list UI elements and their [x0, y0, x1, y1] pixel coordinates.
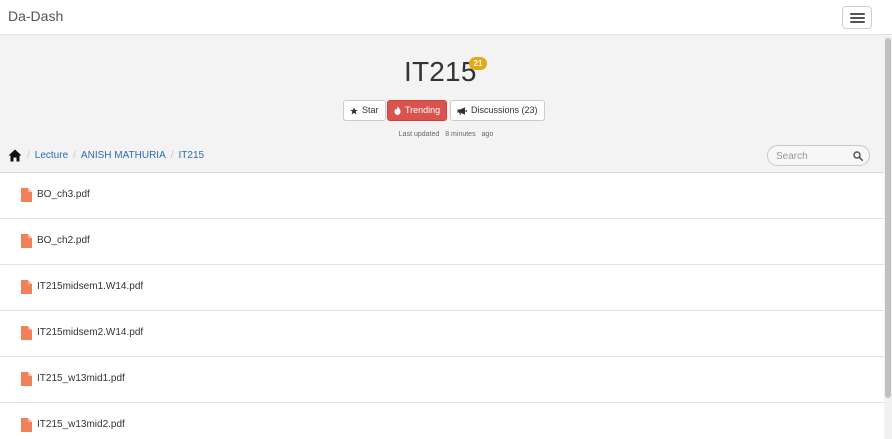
- file-name: IT215_w13mid1.pdf: [37, 373, 125, 384]
- page-title: IT215: [404, 56, 477, 87]
- pdf-file-icon: [21, 234, 32, 248]
- count-badge: 21: [469, 57, 487, 70]
- file-row[interactable]: IT215midsem2.W14.pdf: [0, 311, 892, 357]
- breadcrumb-separator: /: [73, 149, 76, 161]
- breadcrumb-lecture[interactable]: Lecture: [35, 150, 68, 161]
- star-button-label: Star: [362, 105, 379, 115]
- breadcrumb-instructor[interactable]: ANISH MATHURIA: [81, 150, 166, 161]
- pdf-file-icon: [21, 418, 32, 432]
- discussions-button-label: Discussions (23): [471, 105, 538, 115]
- file-row[interactable]: IT215_w13mid2.pdf: [0, 403, 892, 439]
- file-name: IT215_w13mid2.pdf: [37, 419, 125, 430]
- star-icon: [350, 106, 358, 114]
- trending-button-label: Trending: [405, 105, 441, 115]
- breadcrumb: / Lecture / ANISH MATHURIA / IT215: [8, 147, 204, 163]
- last-updated-suffix: ago: [481, 131, 494, 138]
- scrollbar-thumb[interactable]: [885, 38, 891, 398]
- file-name: BO_ch2.pdf: [37, 235, 90, 246]
- discussions-button[interactable]: Discussions (23): [450, 100, 545, 121]
- last-updated-prefix: Last updated: [398, 131, 440, 138]
- trending-button[interactable]: Trending: [387, 100, 448, 121]
- file-name: BO_ch3.pdf: [37, 189, 90, 200]
- pdf-file-icon: [21, 188, 32, 202]
- hamburger-menu-button[interactable]: [842, 6, 872, 29]
- file-row[interactable]: IT215_w13mid1.pdf: [0, 357, 892, 403]
- page-scrollbar[interactable]: [884, 36, 892, 439]
- last-updated-text: Last updated 8 minutes ago: [0, 131, 892, 138]
- last-updated-value: 8 minutes: [445, 131, 476, 138]
- search-box: [767, 145, 870, 166]
- file-row[interactable]: BO_ch2.pdf: [0, 219, 892, 265]
- home-icon[interactable]: [8, 149, 22, 162]
- pdf-file-icon: [21, 372, 32, 386]
- search-input[interactable]: [776, 149, 848, 163]
- search-icon[interactable]: [853, 151, 863, 161]
- file-name: IT215midsem2.W14.pdf: [37, 327, 144, 338]
- brand-logo-text[interactable]: Da-Dash: [8, 8, 63, 24]
- hamburger-menu-icon: [850, 13, 865, 15]
- star-button[interactable]: Star: [343, 100, 386, 121]
- course-header: IT215 21 Star Trending Discussions (23) …: [0, 35, 892, 173]
- breadcrumb-separator: /: [170, 149, 174, 161]
- file-row[interactable]: BO_ch3.pdf: [0, 173, 892, 219]
- file-row[interactable]: IT215midsem1.W14.pdf: [0, 265, 892, 311]
- top-navbar: Da-Dash: [0, 0, 892, 35]
- fire-icon: [394, 106, 401, 115]
- pdf-file-icon: [21, 326, 32, 340]
- file-name: IT215midsem1.W14.pdf: [37, 281, 144, 292]
- pdf-file-icon: [21, 280, 32, 294]
- breadcrumb-separator: /: [27, 149, 30, 161]
- breadcrumb-course[interactable]: IT215: [179, 150, 205, 161]
- bullhorn-icon: [457, 106, 467, 115]
